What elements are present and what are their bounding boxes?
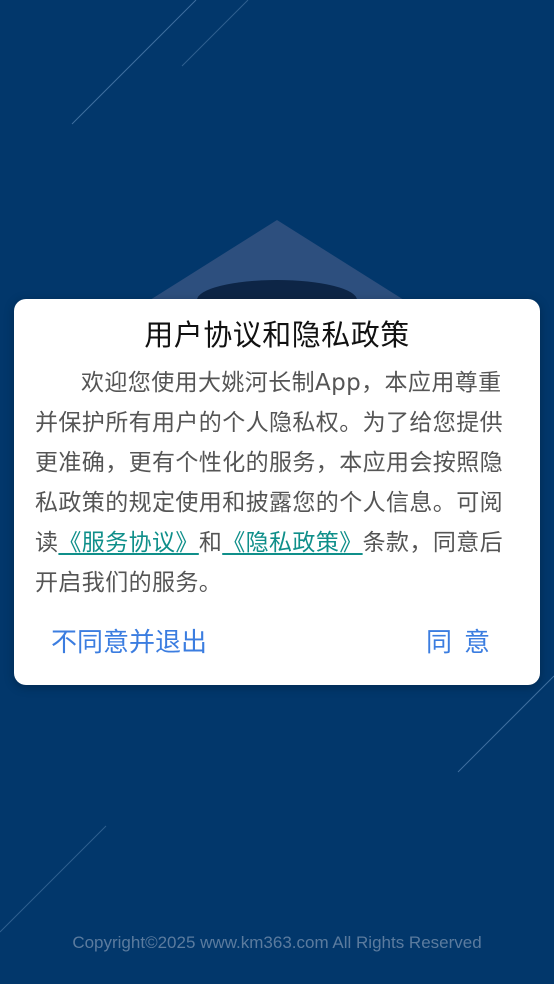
privacy-dialog: 用户协议和隐私政策 欢迎您使用大姚河长制App，本应用尊重并保护所有用户的个人隐… — [14, 299, 540, 685]
service-agreement-link[interactable]: 《服务协议》 — [58, 530, 198, 556]
body-text-and: 和 — [198, 530, 223, 556]
copyright-text: Copyright©2025 www.km363.com All Rights … — [72, 933, 482, 952]
decline-and-exit-button[interactable]: 不同意并退出 — [51, 623, 207, 663]
privacy-policy-link[interactable]: 《隐私政策》 — [222, 530, 362, 556]
dialog-body: 欢迎您使用大姚河长制App，本应用尊重并保护所有用户的个人隐私权。为了给您提供更… — [35, 363, 505, 603]
body-text-intro: 欢迎您使用大姚河长制App，本应用尊重并保护所有用户的个人隐私权。为了给您提供更… — [35, 370, 503, 556]
dialog-title: 用户协议和隐私政策 — [144, 318, 410, 352]
agree-button[interactable]: 同意 — [426, 623, 502, 663]
